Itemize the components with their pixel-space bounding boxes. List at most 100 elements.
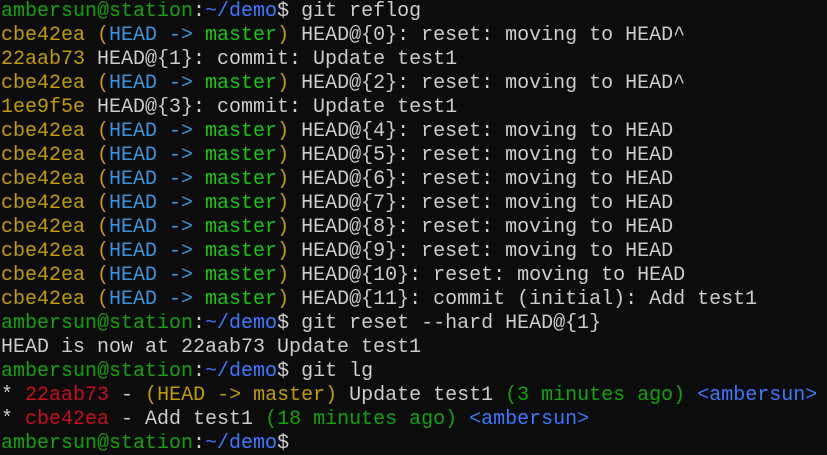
terminal-text-segment: ambersun@station xyxy=(1,360,194,383)
terminal-text-segment: ) xyxy=(325,384,338,407)
terminal-text-segment: ) xyxy=(277,288,290,311)
terminal-line: cbe42ea (HEAD -> master) HEAD@{8}: reset… xyxy=(1,216,827,240)
terminal-text-segment: HEAD@{10}: reset: moving to HEAD xyxy=(289,264,686,287)
terminal-text-segment: (18 minutes ago) xyxy=(265,408,458,431)
terminal-line: cbe42ea (HEAD -> master) HEAD@{0}: reset… xyxy=(1,24,827,48)
terminal-text-segment: ) xyxy=(277,216,290,239)
terminal-text-segment: master xyxy=(253,384,326,407)
terminal-line: ambersun@station:~/demo$ git reset --har… xyxy=(1,312,827,336)
terminal-text-segment: HEAD -> xyxy=(109,120,206,143)
terminal-text-segment: master xyxy=(205,168,278,191)
terminal-text-segment: master xyxy=(205,144,278,167)
terminal-text-segment: ) xyxy=(277,72,290,95)
terminal-text-segment: cbe42ea xyxy=(25,408,110,431)
terminal-text-segment: ) xyxy=(277,24,290,47)
terminal-text-segment: 1ee9f5e xyxy=(1,96,86,119)
terminal-text-segment: <ambersun> xyxy=(469,408,590,431)
terminal-line: cbe42ea (HEAD -> master) HEAD@{11}: comm… xyxy=(1,288,827,312)
terminal-text-segment: HEAD@{9}: reset: moving to HEAD xyxy=(289,240,674,263)
terminal-line: * 22aab73 - (HEAD -> master) Update test… xyxy=(1,384,827,408)
terminal-text-segment: * xyxy=(1,384,26,407)
terminal-text-segment: HEAD -> xyxy=(109,264,206,287)
terminal-text-segment: : xyxy=(193,432,206,455)
terminal-line: HEAD is now at 22aab73 Update test1 xyxy=(1,336,827,360)
terminal-text-segment: - xyxy=(109,384,146,407)
terminal-text-segment: cbe42ea ( xyxy=(1,240,110,263)
terminal-text-segment: cbe42ea ( xyxy=(1,168,110,191)
terminal-text-segment: master xyxy=(205,120,278,143)
terminal-text-segment: cbe42ea ( xyxy=(1,264,110,287)
terminal-window[interactable]: ambersun@station:~/demo$ git reflog cbe42… xyxy=(0,0,827,455)
terminal-line: 22aab73 HEAD@{1}: commit: Update test1 xyxy=(1,48,827,72)
terminal-line: cbe42ea (HEAD -> master) HEAD@{5}: reset… xyxy=(1,144,827,168)
terminal-text-segment: 22aab73 xyxy=(1,48,86,71)
terminal-text-segment: cbe42ea ( xyxy=(1,144,110,167)
terminal-text-segment: ambersun@station xyxy=(1,432,194,455)
terminal-text-segment: HEAD@{8}: reset: moving to HEAD xyxy=(289,216,674,239)
terminal-line: ambersun@station:~/demo$ git reflog xyxy=(1,0,827,24)
terminal-text-segment: cbe42ea ( xyxy=(1,24,110,47)
terminal-text-segment: HEAD@{0}: reset: moving to HEAD^ xyxy=(289,24,686,47)
terminal-line: cbe42ea (HEAD -> master) HEAD@{7}: reset… xyxy=(1,192,827,216)
terminal-text-segment: HEAD -> xyxy=(109,192,206,215)
terminal-line: cbe42ea (HEAD -> master) HEAD@{9}: reset… xyxy=(1,240,827,264)
terminal-text-segment: master xyxy=(205,24,278,47)
terminal-text-segment: $ git lg xyxy=(277,360,374,383)
terminal-text-segment: cbe42ea ( xyxy=(1,288,110,311)
terminal-text-segment: ambersun@station xyxy=(1,312,194,335)
terminal-text-segment: HEAD@{2}: reset: moving to HEAD^ xyxy=(289,72,686,95)
terminal-text-segment: master xyxy=(205,240,278,263)
terminal-line: cbe42ea (HEAD -> master) HEAD@{4}: reset… xyxy=(1,120,827,144)
terminal-text-segment: HEAD@{5}: reset: moving to HEAD xyxy=(289,144,674,167)
terminal-text-segment: HEAD -> xyxy=(157,384,254,407)
terminal-line: cbe42ea (HEAD -> master) HEAD@{10}: rese… xyxy=(1,264,827,288)
terminal-text-segment: HEAD -> xyxy=(109,240,206,263)
terminal-text-segment: Update test1 xyxy=(337,384,506,407)
terminal-text-segment: master xyxy=(205,72,278,95)
terminal-text-segment: HEAD is now at 22aab73 Update test1 xyxy=(1,336,422,359)
terminal-line: * cbe42ea - Add test1 (18 minutes ago) <… xyxy=(1,408,827,432)
terminal-text-segment: : xyxy=(193,312,206,335)
terminal-text-segment: cbe42ea ( xyxy=(1,72,110,95)
terminal-text-segment: $ git reset --hard HEAD@{1} xyxy=(277,312,602,335)
terminal-text-segment: HEAD -> xyxy=(109,216,206,239)
terminal-text-segment: ) xyxy=(277,264,290,287)
terminal-text-segment: * xyxy=(1,408,26,431)
terminal-line: cbe42ea (HEAD -> master) HEAD@{2}: reset… xyxy=(1,72,827,96)
terminal-text-segment: cbe42ea ( xyxy=(1,216,110,239)
terminal-text-segment: HEAD -> xyxy=(109,72,206,95)
terminal-line: ambersun@station:~/demo$ git lg xyxy=(1,360,827,384)
terminal-text-segment: cbe42ea ( xyxy=(1,120,110,143)
terminal-text-segment: HEAD@{6}: reset: moving to HEAD xyxy=(289,168,674,191)
terminal-text-segment: (3 minutes ago) xyxy=(505,384,686,407)
terminal-text-segment: HEAD@{11}: commit (initial): Add test1 xyxy=(289,288,758,311)
terminal-text-segment: ) xyxy=(277,144,290,167)
terminal-text-segment: $ git reflog xyxy=(277,0,422,23)
terminal-text-segment: HEAD -> xyxy=(109,288,206,311)
terminal-text-segment: ) xyxy=(277,168,290,191)
terminal-text-segment: HEAD@{3}: commit: Update test1 xyxy=(85,96,458,119)
terminal-text-segment: ) xyxy=(277,240,290,263)
terminal-text-segment: ) xyxy=(277,192,290,215)
terminal-text-segment: HEAD@{4}: reset: moving to HEAD xyxy=(289,120,674,143)
terminal-text-segment: HEAD -> xyxy=(109,168,206,191)
terminal-text-segment: ~/demo xyxy=(205,432,278,455)
terminal-text-segment: $ xyxy=(277,432,290,455)
terminal-line: cbe42ea (HEAD -> master) HEAD@{6}: reset… xyxy=(1,168,827,192)
terminal-text-segment: HEAD@{7}: reset: moving to HEAD xyxy=(289,192,674,215)
terminal-line: 1ee9f5e HEAD@{3}: commit: Update test1 xyxy=(1,96,827,120)
terminal-text-segment: master xyxy=(205,216,278,239)
terminal-text-segment: cbe42ea ( xyxy=(1,192,110,215)
terminal-text-segment: 22aab73 xyxy=(25,384,110,407)
terminal-text-segment: <ambersun> xyxy=(697,384,818,407)
terminal-text-segment: master xyxy=(205,288,278,311)
terminal-text-segment: ( xyxy=(145,384,158,407)
terminal-text-segment: ~/demo xyxy=(205,360,278,383)
terminal-text-segment: : xyxy=(193,0,206,23)
terminal-text-segment: HEAD -> xyxy=(109,24,206,47)
terminal-text-segment: master xyxy=(205,264,278,287)
terminal-text-segment: - Add test1 xyxy=(109,408,266,431)
terminal-text-segment: HEAD@{1}: commit: Update test1 xyxy=(85,48,458,71)
terminal-line: ambersun@station:~/demo$ xyxy=(1,432,827,455)
